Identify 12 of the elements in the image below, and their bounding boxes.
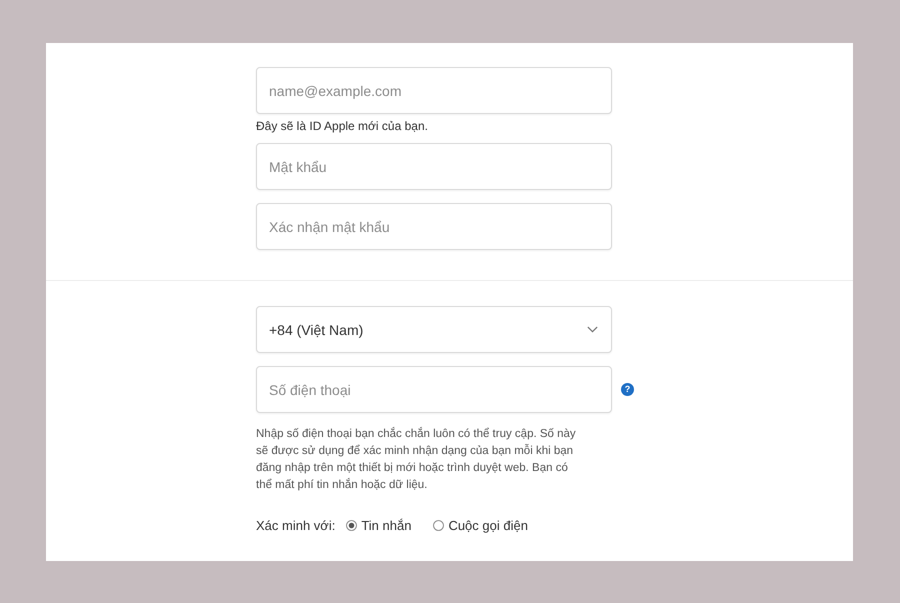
password-field[interactable]: Mật khẩu bbox=[256, 143, 612, 190]
phone-number-field[interactable]: Số điện thoại bbox=[256, 366, 612, 413]
verify-option[interactable]: Cuộc gọi điện bbox=[433, 518, 528, 533]
phone-description: Nhập số điện thoại bạn chắc chắn luôn có thể truy cập. Số này sẽ được sử dụng để xác minh nhận dạng của bạn mỗi khi bạn đăng nhập trên một thiết bị mới hoặc trình duyệt web. Bạn có thể mất phí tin nhắn hoặc dữ liệu. bbox=[256, 426, 577, 493]
confirm-password-field[interactable]: Xác nhận mật khẩu bbox=[256, 203, 612, 250]
help-button[interactable]: ? bbox=[621, 383, 634, 396]
verify-option[interactable]: Tin nhắn bbox=[346, 518, 412, 533]
email-field[interactable]: name@example.com bbox=[256, 67, 612, 114]
verify-label: Xác minh với: bbox=[256, 518, 336, 533]
chevron-down-icon bbox=[587, 326, 598, 333]
email-hint: Đây sẽ là ID Apple mới của bạn. bbox=[256, 119, 428, 134]
country-select[interactable]: +84 (Việt Nam) bbox=[256, 306, 612, 353]
